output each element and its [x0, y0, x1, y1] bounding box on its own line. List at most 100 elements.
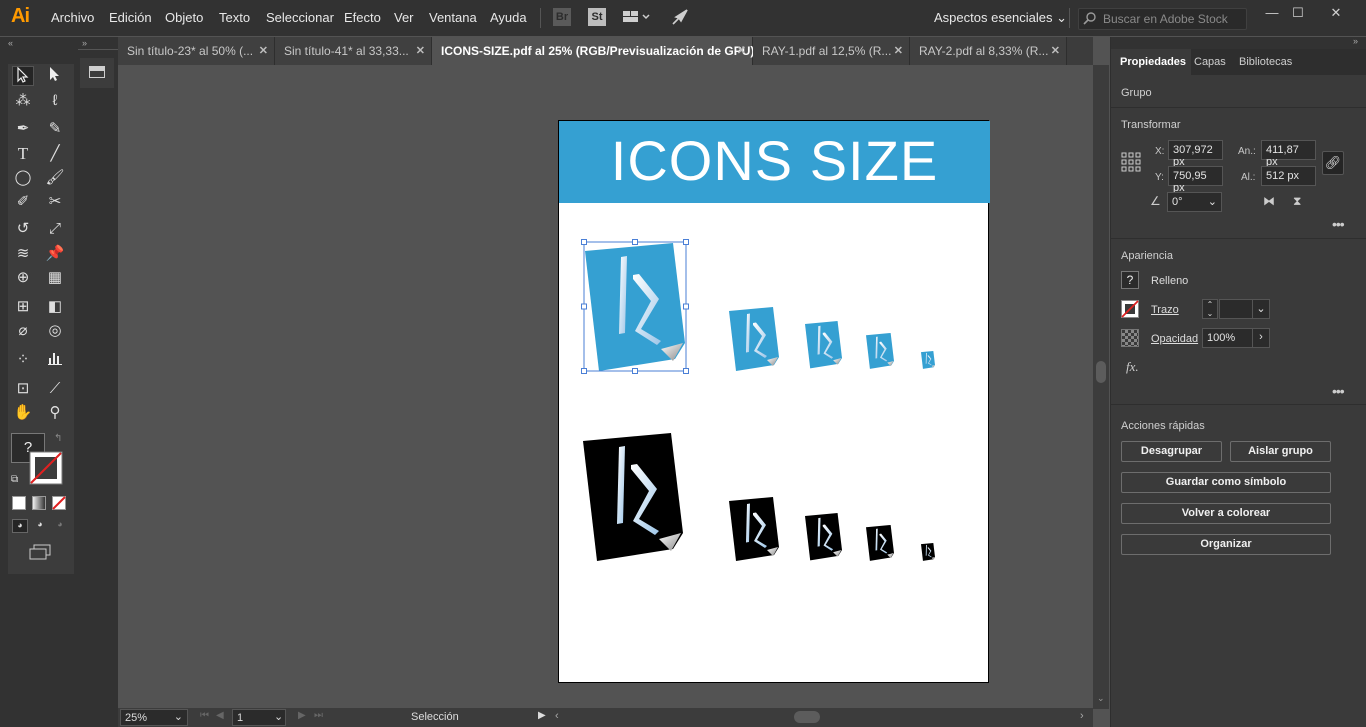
artboard[interactable]: ICONS SIZE: [558, 120, 990, 683]
tab-document-5[interactable]: RAY-2.pdf al 8,33% (R... ✕: [910, 37, 1067, 65]
hand-tool-icon[interactable]: ✋: [12, 403, 34, 423]
next-artboard-icon[interactable]: ▶: [298, 710, 306, 721]
recolor-button[interactable]: Volver a colorear: [1121, 503, 1331, 524]
workspace-switcher[interactable]: Aspectos esenciales ⌄: [934, 10, 1067, 26]
gradient-tool-icon[interactable]: ◧: [44, 297, 66, 317]
opacity-field[interactable]: 100%: [1202, 328, 1253, 348]
stroke-label[interactable]: Trazo: [1151, 304, 1179, 316]
more-options-icon[interactable]: •••: [1332, 383, 1345, 399]
chevron-down-icon[interactable]: ⌄: [1252, 299, 1270, 319]
mesh-tool-icon[interactable]: ⊞: [12, 297, 34, 317]
stroke-swatch[interactable]: [29, 451, 63, 485]
shape-builder-tool-icon[interactable]: ⊕: [12, 268, 34, 288]
first-artboard-icon[interactable]: ⏮: [200, 710, 209, 721]
tab-document-2[interactable]: Sin título-41* al 33,33... ✕: [275, 37, 432, 65]
opacity-label[interactable]: Opacidad: [1151, 333, 1198, 345]
gpu-performance-icon[interactable]: [671, 8, 689, 26]
collapse-toolbar-icon[interactable]: «: [8, 38, 13, 48]
bridge-icon[interactable]: Br: [553, 8, 571, 26]
close-tab-icon[interactable]: ✕: [737, 44, 746, 57]
gradient-mode-icon[interactable]: [32, 496, 46, 510]
none-mode-icon[interactable]: [52, 496, 66, 510]
arrange-button[interactable]: Organizar: [1121, 534, 1331, 555]
tab-layers[interactable]: Capas: [1194, 56, 1226, 68]
menu-objeto[interactable]: Objeto: [165, 10, 203, 25]
stock-search-input[interactable]: Buscar en Adobe Stock: [1078, 8, 1247, 30]
perspective-grid-tool-icon[interactable]: ▦: [44, 268, 66, 288]
vertical-scrollbar[interactable]: ⌄: [1093, 65, 1109, 709]
flip-horizontal-icon[interactable]: ⧓: [1263, 194, 1275, 208]
stroke-weight-field[interactable]: [1219, 299, 1253, 319]
previous-artboard-icon[interactable]: ◀: [216, 710, 224, 721]
flip-vertical-icon[interactable]: ⧗: [1293, 194, 1301, 209]
menu-seleccionar[interactable]: Seleccionar: [266, 10, 334, 25]
artboard-tool-icon[interactable]: ⊡: [12, 379, 34, 399]
close-tab-icon[interactable]: ✕: [259, 44, 268, 57]
column-graph-tool-icon[interactable]: [44, 350, 66, 370]
tab-document-1[interactable]: Sin título-23* al 50% (... ✕: [118, 37, 275, 65]
close-tab-icon[interactable]: ✕: [1051, 44, 1060, 57]
fx-effects-icon[interactable]: fx.: [1126, 359, 1139, 375]
save-as-symbol-button[interactable]: Guardar como símbolo: [1121, 472, 1331, 493]
draw-inside-icon[interactable]: ◕: [52, 519, 68, 533]
properties-panel-button[interactable]: [80, 58, 114, 88]
shaper-tool-icon[interactable]: ✐: [12, 192, 34, 212]
tab-libraries[interactable]: Bibliotecas: [1239, 56, 1292, 68]
reference-point-icon[interactable]: [1121, 152, 1141, 172]
curvature-tool-icon[interactable]: ✎: [44, 119, 66, 139]
direct-selection-tool-icon[interactable]: [44, 66, 66, 86]
constrain-proportions-icon[interactable]: 🔗︎: [1322, 151, 1344, 175]
status-menu-icon[interactable]: ▶: [538, 710, 546, 721]
fill-color-swatch[interactable]: ?: [1121, 271, 1139, 289]
close-tab-icon[interactable]: ✕: [416, 44, 425, 57]
close-tab-icon[interactable]: ✕: [894, 44, 903, 57]
maximize-icon[interactable]: ☐: [1286, 5, 1310, 20]
chevron-right-icon[interactable]: ›: [1252, 328, 1270, 348]
swap-fill-stroke-icon[interactable]: ↰: [54, 433, 62, 444]
x-position-field[interactable]: 307,972 px: [1168, 140, 1223, 168]
ellipse-tool-icon[interactable]: ◯: [12, 168, 34, 188]
collapse-panel-icon[interactable]: »: [1353, 36, 1358, 46]
eyedropper-tool-icon[interactable]: ⌀: [12, 321, 34, 341]
menu-archivo[interactable]: Archivo: [51, 10, 94, 25]
zoom-tool-icon[interactable]: ⚲: [44, 403, 66, 423]
draw-behind-icon[interactable]: ◕: [32, 519, 48, 533]
color-mode-icon[interactable]: [12, 496, 26, 510]
zoom-field[interactable]: 25% ⌄: [120, 709, 188, 726]
paintbrush-tool-icon[interactable]: 🖌: [44, 168, 66, 188]
blend-tool-icon[interactable]: ◎: [44, 321, 66, 341]
default-colors-icon[interactable]: ⧉: [11, 474, 18, 485]
tab-document-3[interactable]: ICONS-SIZE.pdf al 25% (RGB/Previsualizac…: [432, 37, 754, 65]
y-position-field[interactable]: 750,95 px: [1168, 166, 1223, 194]
magic-wand-tool-icon[interactable]: ⁂: [12, 91, 34, 111]
scroll-thumb[interactable]: [1096, 361, 1106, 383]
lasso-tool-icon[interactable]: ℓ: [44, 91, 66, 111]
width-field[interactable]: 411,87 px: [1261, 140, 1316, 168]
expand-panel-icon[interactable]: »: [82, 38, 87, 48]
pen-tool-icon[interactable]: ✒: [12, 119, 34, 139]
line-segment-tool-icon[interactable]: ╱: [44, 144, 66, 164]
type-tool-icon[interactable]: T: [12, 144, 34, 164]
last-artboard-icon[interactable]: ⏭: [314, 710, 323, 721]
close-window-icon[interactable]: ✕: [1324, 5, 1348, 20]
scissors-tool-icon[interactable]: ✂: [44, 192, 66, 212]
menu-ver[interactable]: Ver: [394, 10, 414, 25]
ungroup-button[interactable]: Desagrupar: [1121, 441, 1222, 462]
menu-texto[interactable]: Texto: [219, 10, 250, 25]
menu-edicion[interactable]: Edición: [109, 10, 152, 25]
scroll-down-icon[interactable]: ⌄: [1097, 693, 1105, 704]
draw-normal-icon[interactable]: ◕: [12, 519, 28, 533]
chevron-down-icon[interactable]: ⌄: [274, 710, 283, 723]
rotate-tool-icon[interactable]: ↺: [12, 219, 34, 239]
scroll-right-icon[interactable]: ›: [1080, 710, 1084, 722]
isolate-group-button[interactable]: Aislar grupo: [1230, 441, 1331, 462]
menu-ayuda[interactable]: Ayuda: [490, 10, 527, 25]
stock-icon[interactable]: St: [588, 8, 606, 26]
menu-efecto[interactable]: Efecto: [344, 10, 381, 25]
slice-tool-icon[interactable]: ⟋: [44, 379, 66, 399]
screen-mode-icon[interactable]: [28, 544, 52, 560]
scroll-left-icon[interactable]: ‹: [555, 710, 559, 722]
symbol-sprayer-tool-icon[interactable]: ⁘: [12, 350, 34, 370]
puppet-warp-tool-icon[interactable]: 📌: [44, 244, 66, 264]
stroke-color-swatch[interactable]: [1121, 300, 1139, 318]
